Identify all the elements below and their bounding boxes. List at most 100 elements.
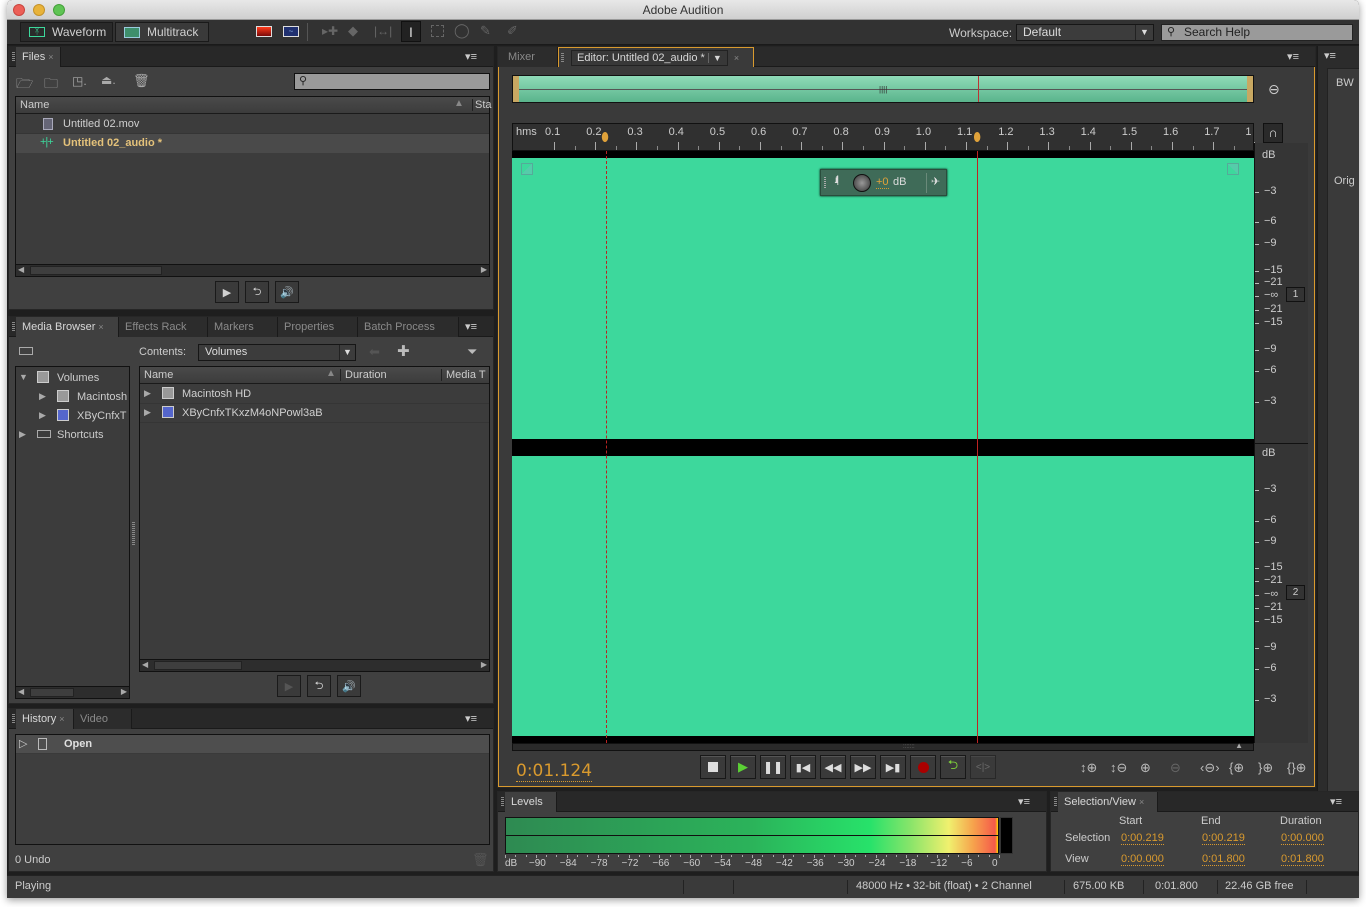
- add-shortcut-icon[interactable]: ✚: [397, 342, 410, 360]
- expand-right-icon[interactable]: ▶: [144, 407, 151, 418]
- hud-gain-value[interactable]: +0: [876, 176, 889, 189]
- scroll-right-icon[interactable]: ▶: [481, 660, 487, 669]
- fade-in-handle-icon[interactable]: [521, 163, 533, 175]
- zoom-out-amplitude-icon[interactable]: ↕⊖: [1110, 760, 1127, 776]
- horizontal-zoom-scrollbar[interactable]: ::::::: ▲: [512, 741, 1254, 751]
- file-row-selected[interactable]: +|+ Untitled 02_audio *: [16, 134, 489, 153]
- channel-1-button[interactable]: 1: [1286, 287, 1305, 302]
- current-time-display[interactable]: 0:01.124: [516, 761, 593, 782]
- selection-start-field[interactable]: 0:00.219: [1121, 832, 1164, 845]
- record-button[interactable]: [910, 755, 936, 779]
- open-append-icon[interactable]: 🗀: [44, 73, 58, 97]
- file-row[interactable]: Untitled 02.mov: [16, 115, 489, 134]
- lasso-selection-tool-icon[interactable]: ◯: [454, 22, 470, 39]
- expand-right-icon[interactable]: ▶: [144, 388, 151, 399]
- marquee-selection-tool-icon[interactable]: [431, 25, 444, 37]
- zoom-in-amplitude-icon[interactable]: ↕⊕: [1080, 760, 1097, 776]
- tab-batch-process[interactable]: Batch Process: [358, 317, 459, 337]
- column-header-duration[interactable]: Duration: [340, 369, 387, 381]
- panel-menu-icon[interactable]: ▾≡: [1324, 49, 1336, 62]
- scrollbar-thumb[interactable]: [30, 266, 162, 275]
- sort-ascending-icon[interactable]: ▲: [454, 98, 464, 109]
- history-item[interactable]: ▷ Open: [16, 735, 489, 754]
- column-header-status[interactable]: Sta: [472, 99, 492, 111]
- zoom-navigator-icon[interactable]: ⊖: [1268, 81, 1280, 98]
- play-button[interactable]: ▶: [730, 755, 756, 779]
- panel-menu-icon[interactable]: ▾≡: [1330, 795, 1342, 808]
- splitter-handle[interactable]: [132, 522, 135, 546]
- media-row[interactable]: ▶ XByCnfxTKxzM4oNPowl3aB: [140, 404, 489, 423]
- close-icon[interactable]: ×: [59, 714, 64, 724]
- play-preview-button[interactable]: ▶: [215, 281, 239, 303]
- back-arrow-icon[interactable]: ⬅: [369, 344, 380, 360]
- insert-into-multitrack-icon[interactable]: ⏏.: [101, 73, 116, 87]
- slip-tool-icon[interactable]: |↔|: [374, 24, 392, 38]
- waveform-display[interactable]: .ıIl| +0 dB ✈: [512, 151, 1254, 743]
- right-panel-tab[interactable]: BW: [1336, 77, 1354, 89]
- expand-down-icon[interactable]: ▼: [19, 372, 28, 382]
- overview-left-handle[interactable]: [513, 76, 519, 102]
- loop-preview-button[interactable]: ⮌: [245, 281, 269, 303]
- selection-marker-icon[interactable]: ⬮: [601, 130, 609, 145]
- panel-menu-icon[interactable]: ▾≡: [1018, 795, 1030, 808]
- paintbrush-selection-tool-icon[interactable]: ✎: [480, 23, 491, 39]
- media-row[interactable]: ▶ Macintosh HD: [140, 385, 489, 404]
- zoom-out-full-icon[interactable]: ‹⊖›: [1200, 760, 1220, 776]
- panel-grip[interactable]: [561, 53, 564, 63]
- playhead-line[interactable]: [977, 151, 979, 743]
- spectral-pitch-display-icon[interactable]: ~: [283, 26, 299, 37]
- expand-right-icon[interactable]: ▶: [39, 410, 46, 421]
- tab-properties[interactable]: Properties: [278, 317, 358, 337]
- zoom-in-time-icon[interactable]: ⊕: [1140, 760, 1151, 776]
- files-search-input[interactable]: ⚲: [294, 73, 490, 90]
- column-header-media-type[interactable]: Media T: [441, 369, 486, 381]
- scroll-left-icon[interactable]: ◀: [18, 265, 24, 274]
- view-duration-field[interactable]: 0:01.800: [1281, 853, 1324, 866]
- new-file-icon[interactable]: ◳.: [72, 74, 87, 88]
- tab-mixer[interactable]: Mixer: [498, 47, 558, 67]
- clip-indicator[interactable]: [1000, 817, 1013, 854]
- view-start-field[interactable]: 0:00.000: [1121, 853, 1164, 866]
- tab-selection-view[interactable]: Selection/View ×: [1058, 792, 1158, 812]
- workspace-select[interactable]: Default ▼: [1016, 24, 1154, 41]
- snap-magnet-button[interactable]: ∩: [1263, 123, 1283, 143]
- minimize-window-button[interactable]: [33, 4, 45, 16]
- fast-forward-button[interactable]: ▶▶: [850, 755, 876, 779]
- expand-right-icon[interactable]: ▶: [19, 429, 26, 440]
- scroll-right-icon[interactable]: ▶: [481, 265, 487, 274]
- play-preview-button[interactable]: ▶: [277, 675, 301, 697]
- rewind-button[interactable]: ◀◀: [820, 755, 846, 779]
- razor-tool-icon[interactable]: ◆: [348, 23, 358, 39]
- sort-ascending-icon[interactable]: ▲: [326, 368, 336, 379]
- close-icon[interactable]: ×: [1139, 797, 1144, 807]
- autoplay-button[interactable]: 🔊: [275, 281, 299, 303]
- scroll-left-icon[interactable]: ◀: [142, 660, 148, 669]
- scrollbar-thumb[interactable]: [30, 688, 74, 697]
- tree-item-volumes[interactable]: ▼ Volumes: [19, 371, 129, 389]
- loop-playback-button[interactable]: ⮌: [940, 755, 966, 779]
- pause-button[interactable]: ❚❚: [760, 755, 786, 779]
- close-icon[interactable]: ×: [734, 53, 739, 63]
- column-header-name[interactable]: Name: [20, 99, 49, 111]
- channel-1-waveform[interactable]: [512, 158, 1254, 439]
- scrollbar-thumb[interactable]: [154, 661, 242, 670]
- tab-files[interactable]: Files ×: [16, 47, 61, 67]
- clear-history-trash-icon[interactable]: 🗑: [472, 852, 489, 868]
- files-horizontal-scrollbar[interactable]: ◀ ▶: [16, 264, 489, 276]
- move-tool-icon[interactable]: ▸✚: [322, 24, 338, 38]
- chevron-down-icon[interactable]: ▼: [707, 53, 722, 63]
- multitrack-view-button[interactable]: Multitrack: [115, 22, 209, 42]
- close-icon[interactable]: ×: [48, 52, 53, 62]
- scroll-left-icon[interactable]: ◀: [18, 687, 24, 696]
- stop-button[interactable]: [700, 755, 726, 779]
- open-file-icon[interactable]: 🗁: [16, 73, 33, 97]
- close-window-button[interactable]: [13, 4, 25, 16]
- move-to-next-button[interactable]: ▶▮: [880, 755, 906, 779]
- contents-select[interactable]: Volumes ▼: [198, 344, 356, 361]
- panel-menu-icon[interactable]: ▾≡: [465, 712, 477, 725]
- panel-grip[interactable]: [12, 714, 15, 724]
- selection-duration-field[interactable]: 0:00.000: [1281, 832, 1324, 845]
- panel-menu-icon[interactable]: ▾≡: [465, 50, 477, 63]
- hud-gain-control[interactable]: .ıIl| +0 dB ✈: [820, 169, 947, 196]
- move-to-previous-button[interactable]: ▮◀: [790, 755, 816, 779]
